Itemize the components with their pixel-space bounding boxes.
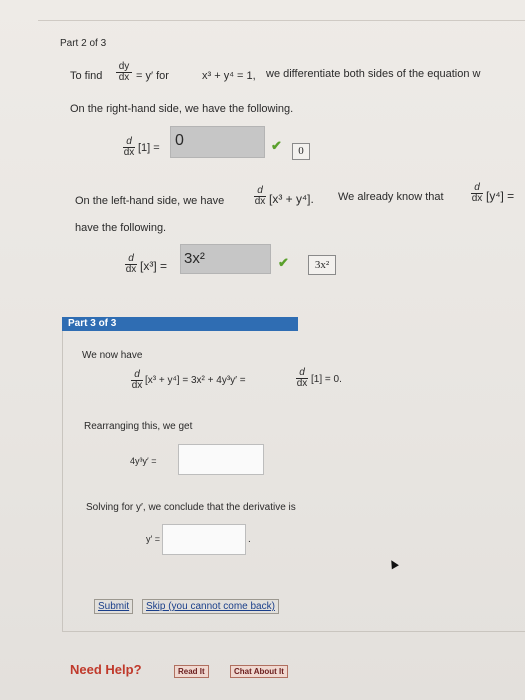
lhs-bracket: [x³ + y⁴]. xyxy=(269,192,314,206)
d-dx-x3: d dx xyxy=(125,254,137,275)
submit-button[interactable]: Submit xyxy=(94,599,134,614)
rhs-intro: On the right-hand side, we have the foll… xyxy=(70,103,294,115)
dx-text-rhs: dx xyxy=(123,147,135,158)
d-text-x3: d xyxy=(128,253,134,264)
yprime-lhs: y′ = xyxy=(146,534,160,544)
lhs-intro: On the left-hand side, we have xyxy=(75,195,225,207)
dx-text-know: dx xyxy=(471,193,483,204)
lhs-answer-box: 3x² xyxy=(180,244,271,274)
intro-suffix: we differentiate both sides of the equat… xyxy=(266,68,481,80)
dx-text-lhs: dx xyxy=(254,196,266,207)
dx-text-eq: dx xyxy=(131,380,143,391)
solving-text: Solving for y′, we conclude that the der… xyxy=(86,502,296,513)
chat-about-it-button[interactable]: Chat About It xyxy=(230,665,288,678)
d-text-eq2: d xyxy=(299,367,305,378)
rhs-correct-answer: 0 xyxy=(292,143,310,160)
d-text: d xyxy=(126,136,132,147)
read-it-button[interactable]: Read It xyxy=(174,665,209,678)
dy-text: dy xyxy=(118,61,130,72)
lhs-expr: [x³] = xyxy=(140,259,168,273)
eq-yprime: = y′ for xyxy=(136,70,169,82)
rearrange-lhs: 4y³y′ = xyxy=(130,456,157,466)
d-dx-know: d dx xyxy=(471,183,483,204)
eq-left: [x³ + y⁴] = 3x² + 4y³y′ = xyxy=(145,375,246,386)
skip-button[interactable]: Skip (you cannot come back) xyxy=(142,599,279,614)
rhs-answer: 0 xyxy=(175,132,184,149)
page: Part 2 of 3 To find dy dx = y′ for x³ + … xyxy=(0,0,525,700)
part2-header: Part 2 of 3 xyxy=(60,38,107,49)
top-divider xyxy=(38,20,525,21)
rhs-expr: [1] = xyxy=(138,142,160,154)
need-help-label: Need Help? xyxy=(70,662,142,677)
yprime-input[interactable] xyxy=(162,524,246,555)
lhs-answer: 3x² xyxy=(184,250,205,267)
now-have: We now have xyxy=(82,350,143,361)
intro-prefix: To find xyxy=(70,70,103,82)
d-dx-rhs: d dx xyxy=(123,137,135,158)
d-text-lhs: d xyxy=(257,185,263,196)
d-dx-lhs: d dx xyxy=(254,186,266,207)
rhs-check-icon: ✔ xyxy=(271,138,282,153)
d-dx-eq2: d dx xyxy=(296,368,308,389)
part3-header-bar: Part 3 of 3 xyxy=(62,317,298,331)
dx-text: dx xyxy=(116,72,132,83)
lhs-correct-answer: 3x² xyxy=(308,255,336,275)
lhs-have: have the following. xyxy=(75,222,167,234)
dx-text-eq2: dx xyxy=(296,378,308,389)
yprime-period: . xyxy=(248,534,251,545)
lhs-know: We already know that xyxy=(338,191,444,203)
d-dx-eq: d dx xyxy=(131,370,143,391)
dx-text-x3: dx xyxy=(125,264,137,275)
part3-header: Part 3 of 3 xyxy=(68,318,117,329)
equation-text: x³ + y⁴ = 1, xyxy=(202,70,256,82)
dy-dx-fraction: dy dx xyxy=(116,62,132,83)
rhs-answer-box: 0 xyxy=(170,126,265,158)
lhs-check-icon: ✔ xyxy=(278,255,289,270)
d-text-eq: d xyxy=(134,369,140,380)
rearrange-text: Rearranging this, we get xyxy=(84,421,193,432)
lhs-bracket2: [y⁴] = xyxy=(486,189,515,203)
rearrange-input[interactable] xyxy=(178,444,264,475)
eq-right: [1] = 0. xyxy=(311,374,342,385)
d-text-know: d xyxy=(474,182,480,193)
